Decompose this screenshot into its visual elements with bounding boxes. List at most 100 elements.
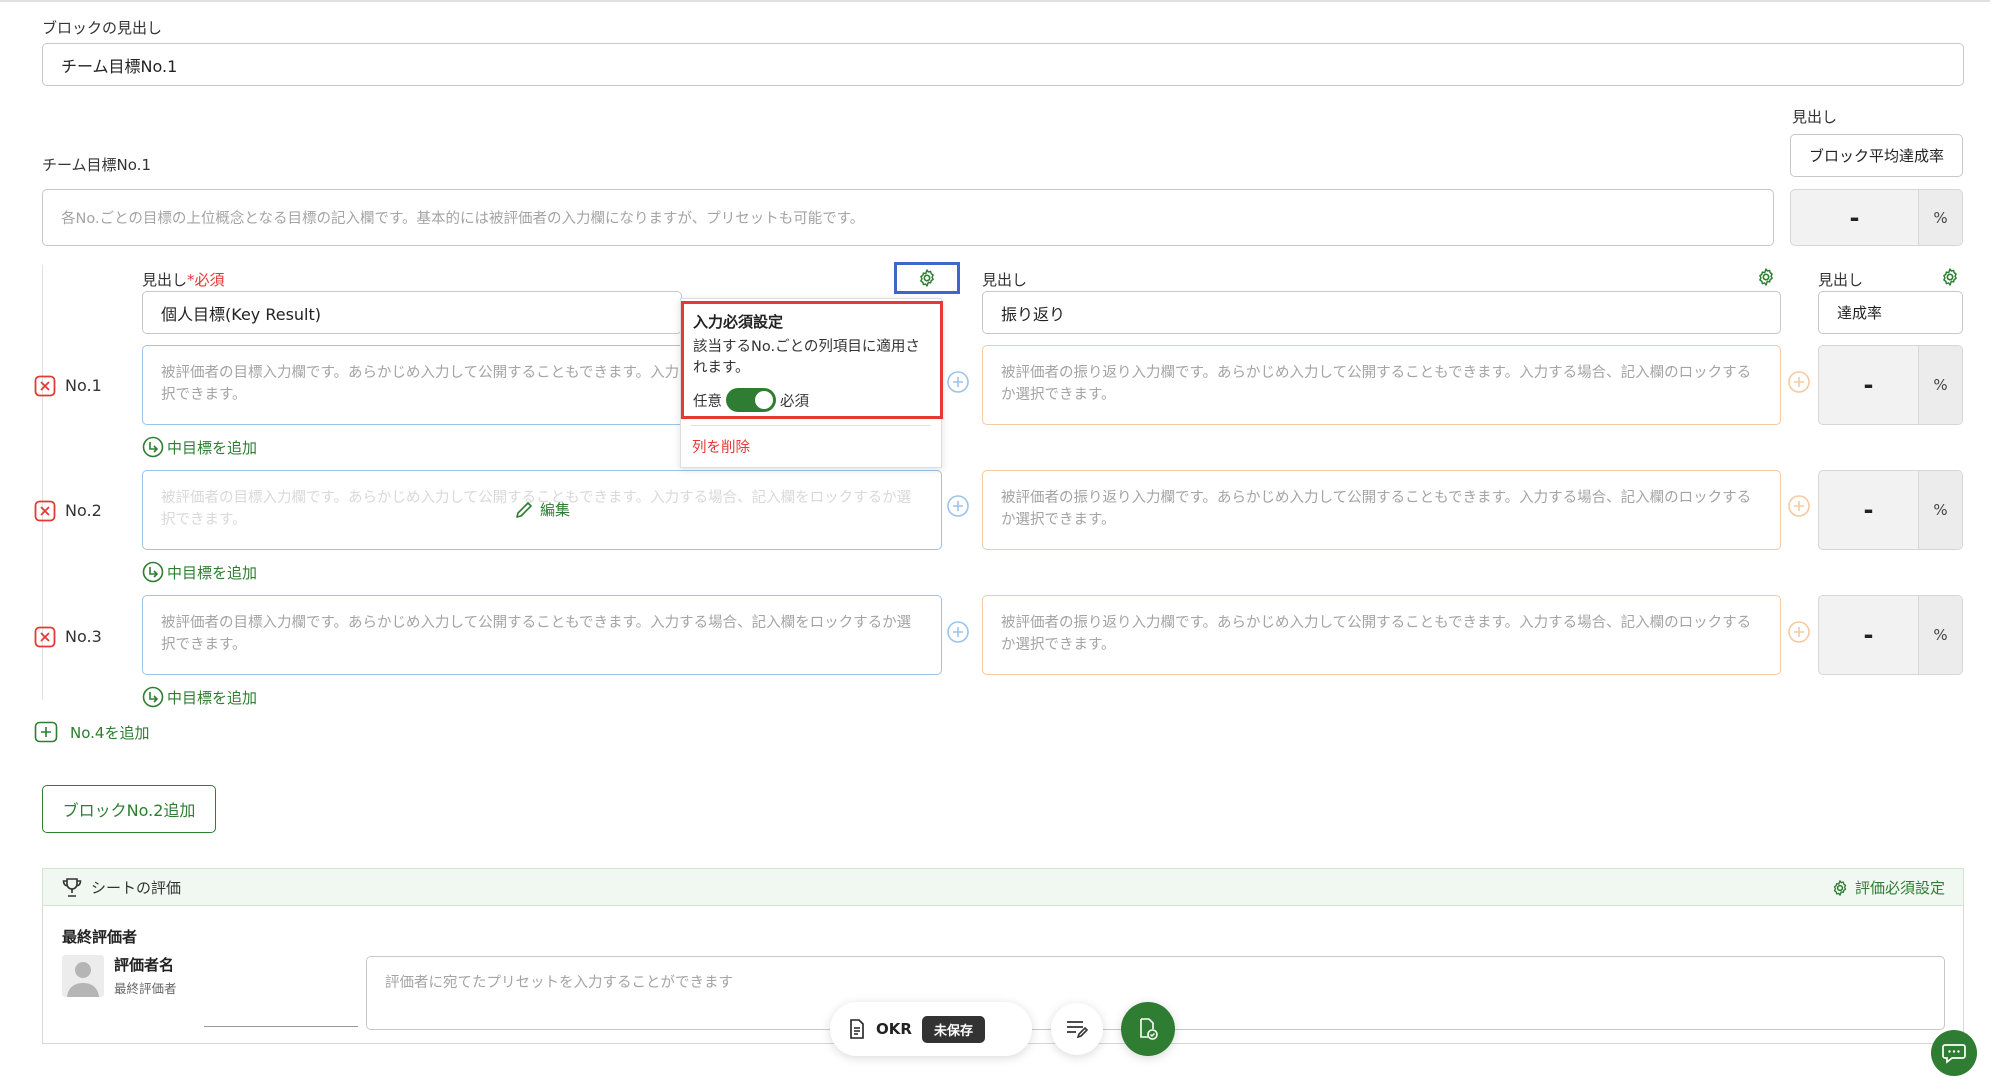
document-status-bar: OKR 未保存 <box>830 1002 1032 1056</box>
popup-divider <box>691 425 931 426</box>
popup-description: 該当するNo.ごとの列項目に適用されます。 <box>693 339 920 376</box>
plus-circle-icon <box>1787 370 1811 394</box>
row-label: No.2 <box>65 501 102 520</box>
rate-value: - <box>1863 371 1874 399</box>
close-box-icon <box>34 375 56 397</box>
add-column-button[interactable] <box>1787 494 1811 518</box>
column-settings-popup: 入力必須設定 該当するNo.ごとの列項目に適用されます。 任意 必須 列を削除 <box>680 298 943 468</box>
row3-rate[interactable]: - % <box>1818 595 1963 675</box>
row-label: No.3 <box>65 627 102 646</box>
team-goal-label: チーム目標No.1 <box>42 156 151 174</box>
required-label: 必須 <box>780 393 809 410</box>
col3-settings-button[interactable] <box>1940 267 1960 287</box>
edit-label: 編集 <box>540 501 571 519</box>
row1-rate[interactable]: - % <box>1818 345 1963 425</box>
avg-heading-value: ブロック平均達成率 <box>1809 147 1945 165</box>
sheet-eval-header: シートの評価 評価必須設定 <box>42 868 1964 906</box>
row2-rate[interactable]: - % <box>1818 470 1963 550</box>
required-setting-panel: 入力必須設定 該当するNo.ごとの列項目に適用されます。 任意 必須 <box>681 301 943 419</box>
required-mark: *必須 <box>187 271 225 289</box>
row3-goal-input[interactable]: 被評価者の目標入力欄です。あらかじめ入力して公開することもできます。入力する場合… <box>142 595 942 675</box>
delete-row-button[interactable] <box>34 500 56 522</box>
trophy-icon <box>61 876 83 898</box>
eval-required-settings-button[interactable]: 評価必須設定 <box>1831 877 1945 898</box>
avg-heading-input[interactable]: ブロック平均達成率 <box>1790 134 1963 177</box>
team-goal-input[interactable]: 各No.ごとの目標の上位概念となる目標の記入欄です。基本的には被評価者の入力欄に… <box>42 189 1774 246</box>
rate-value: - <box>1863 496 1874 524</box>
gear-icon <box>917 268 937 288</box>
add-column-button[interactable] <box>946 370 970 394</box>
col1-heading-value: 個人目標(Key Result) <box>161 304 322 324</box>
row3-goal-placeholder: 被評価者の目標入力欄です。あらかじめ入力して公開することもできます。入力する場合… <box>161 615 912 653</box>
required-toggle[interactable] <box>726 388 776 412</box>
row-label: No.1 <box>65 376 102 395</box>
team-goal-placeholder: 各No.ごとの目標の上位概念となる目標の記入欄です。基本的には被評価者の入力欄に… <box>61 211 865 227</box>
save-status-badge: 未保存 <box>921 1015 985 1043</box>
evaluator-role: 最終評価者 <box>114 981 177 996</box>
col1-heading-label: 見出し*必須 <box>142 269 225 290</box>
avatar <box>62 955 104 997</box>
close-box-icon <box>34 500 56 522</box>
delete-row-button[interactable] <box>34 626 56 648</box>
col2-heading-label: 見出し <box>982 271 1028 289</box>
percent-unit: % <box>1918 346 1962 424</box>
optional-label: 任意 <box>693 393 722 410</box>
row3-review-placeholder: 被評価者の振り返り入力欄です。あらかじめ入力して公開することもできます。入力する… <box>1001 615 1752 653</box>
delete-column-button[interactable]: 列を削除 <box>692 436 750 457</box>
col3-heading-label: 見出し <box>1818 271 1864 289</box>
document-icon <box>848 1019 866 1039</box>
close-box-icon <box>34 626 56 648</box>
add-mid-goal-button[interactable]: 中目標を追加 <box>142 561 257 583</box>
gear-icon <box>1831 879 1849 897</box>
add-sub-icon <box>142 436 164 458</box>
add-mid-goal-button[interactable]: 中目標を追加 <box>142 686 257 708</box>
add-block-label: ブロックNo.2追加 <box>62 801 196 820</box>
toggle-knob <box>755 391 773 409</box>
row1-review-placeholder: 被評価者の振り返り入力欄です。あらかじめ入力して公開することもできます。入力する… <box>1001 365 1752 403</box>
col2-settings-button[interactable] <box>1756 267 1776 287</box>
col1-label-text: 見出し <box>142 271 188 289</box>
edit-list-button[interactable] <box>1051 1003 1103 1055</box>
chat-button[interactable] <box>1931 1030 1977 1076</box>
evaluator-comment-placeholder: 評価者に宛てたプリセットを入力することができます <box>385 975 733 991</box>
add-mid-goal-label: 中目標を追加 <box>167 438 258 457</box>
block-heading-label: ブロックの見出し <box>42 19 163 37</box>
col2-heading-value: 振り返り <box>1001 304 1066 324</box>
col3-heading-input[interactable]: 達成率 <box>1818 291 1963 334</box>
add-mid-goal-button[interactable]: 中目標を追加 <box>142 436 257 458</box>
save-button[interactable] <box>1121 1002 1175 1056</box>
evaluator-name: 評価者名 <box>114 956 175 974</box>
add-block-button[interactable]: ブロックNo.2追加 <box>42 785 216 833</box>
col1-settings-button[interactable] <box>894 262 960 294</box>
delete-row-button[interactable] <box>34 375 56 397</box>
pencil-icon <box>514 500 534 520</box>
percent-unit: % <box>1918 596 1962 674</box>
row3-review-input[interactable]: 被評価者の振り返り入力欄です。あらかじめ入力して公開することもできます。入力する… <box>982 595 1781 675</box>
add-column-button[interactable] <box>1787 620 1811 644</box>
block-heading-value: チーム目標No.1 <box>61 56 178 76</box>
col2-heading-input[interactable]: 振り返り <box>982 291 1781 334</box>
add-sub-icon <box>142 686 164 708</box>
gear-icon <box>1756 267 1776 287</box>
add-mid-goal-label: 中目標を追加 <box>167 688 258 707</box>
save-document-icon <box>1137 1017 1159 1041</box>
add-column-button[interactable] <box>1787 370 1811 394</box>
rate-value: - <box>1863 621 1874 649</box>
add-row-button[interactable]: No.4を追加 <box>34 721 149 743</box>
add-row-label: No.4を追加 <box>70 723 150 742</box>
row2-review-input[interactable]: 被評価者の振り返り入力欄です。あらかじめ入力して公開することもできます。入力する… <box>982 470 1781 550</box>
block-avg-rate: - % <box>1790 189 1963 246</box>
add-column-button[interactable] <box>946 620 970 644</box>
block-heading-input[interactable]: チーム目標No.1 <box>42 43 1964 86</box>
plus-circle-icon <box>946 494 970 518</box>
edit-button[interactable]: 編集 <box>514 499 570 520</box>
row1-review-input[interactable]: 被評価者の振り返り入力欄です。あらかじめ入力して公開することもできます。入力する… <box>982 345 1781 425</box>
final-evaluator-label: 最終評価者 <box>62 928 138 946</box>
plus-box-icon <box>34 721 58 743</box>
add-column-button[interactable] <box>946 494 970 518</box>
sheet-eval-title: シートの評価 <box>91 878 182 897</box>
percent-unit: % <box>1918 471 1962 549</box>
sheet-eval-title-group: シートの評価 <box>61 876 181 898</box>
col1-heading-input[interactable]: 個人目標(Key Result) <box>142 291 682 334</box>
plus-circle-icon <box>946 370 970 394</box>
